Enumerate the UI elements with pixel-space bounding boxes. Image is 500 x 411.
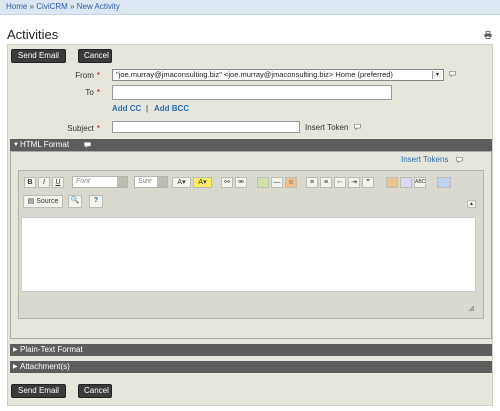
- preview-icon[interactable]: 🔍: [68, 195, 82, 208]
- outdent-icon[interactable]: ⇤: [334, 177, 346, 188]
- chevron-down-icon: ▾: [432, 71, 442, 79]
- source-icon: ▤: [27, 198, 35, 205]
- help-button-icon[interactable]: ?: [89, 195, 103, 208]
- help-icon[interactable]: [84, 142, 91, 148]
- expand-triangle-icon: ▶: [13, 347, 18, 353]
- attachments-header[interactable]: ▶ Attachment(s): [10, 361, 492, 373]
- print-icon[interactable]: [484, 31, 492, 39]
- smiley-icon[interactable]: ☺: [285, 177, 297, 188]
- numbered-list-icon[interactable]: ≡: [306, 177, 318, 188]
- spellcheck-icon[interactable]: ABC: [414, 177, 426, 188]
- breadcrumb-home-link[interactable]: Home: [6, 2, 27, 11]
- breadcrumb-new-activity-link[interactable]: New Activity: [77, 2, 120, 11]
- breadcrumb-separator: »: [70, 2, 75, 11]
- help-icon[interactable]: [456, 157, 463, 163]
- link-icon[interactable]: ⚯: [221, 177, 233, 188]
- background-color-icon: A▾: [198, 179, 207, 186]
- chevron-down-icon: [117, 177, 127, 187]
- eraser-icon[interactable]: [437, 177, 451, 188]
- background-color-button[interactable]: A▾: [193, 177, 212, 188]
- italic-button[interactable]: I: [38, 177, 50, 188]
- horizontal-rule-icon[interactable]: —: [271, 177, 283, 188]
- html-format-header[interactable]: ▼ HTML Format: [10, 139, 492, 151]
- text-color-icon: A▾: [177, 179, 186, 186]
- resize-handle-icon[interactable]: [468, 305, 475, 312]
- cancel-button-top[interactable]: Cancel: [78, 49, 112, 63]
- from-select[interactable]: "joe.murray@jmaconsulting.biz" <joe.murr…: [112, 69, 444, 81]
- text-color-button[interactable]: A▾: [172, 177, 191, 188]
- breadcrumb-civicrm-link[interactable]: CiviCRM: [36, 2, 68, 11]
- source-button[interactable]: ▤ Source: [23, 195, 63, 208]
- bold-button[interactable]: B: [24, 177, 36, 188]
- collapse-triangle-icon: ▼: [13, 142, 19, 148]
- paste-text-icon[interactable]: [400, 177, 412, 188]
- subject-input[interactable]: [112, 121, 300, 133]
- bulleted-list-icon[interactable]: ≡: [320, 177, 332, 188]
- help-icon[interactable]: [354, 124, 361, 130]
- paste-icon[interactable]: [386, 177, 398, 188]
- html-editor-content[interactable]: [21, 217, 476, 292]
- font-select[interactable]: Font: [72, 176, 128, 188]
- breadcrumb-separator: »: [29, 2, 35, 11]
- expand-triangle-icon: ▶: [13, 364, 18, 370]
- subject-label: Subject *: [67, 124, 100, 133]
- breadcrumb: Home » CiviCRM » New Activity: [0, 0, 500, 15]
- from-select-value: "joe.murray@jmaconsulting.biz" <joe.murr…: [116, 70, 393, 79]
- unlink-icon[interactable]: ⚮: [235, 177, 247, 188]
- chevron-down-icon: [157, 177, 167, 187]
- insert-token-link[interactable]: Insert Token: [305, 123, 348, 132]
- to-label: To *: [85, 88, 100, 97]
- underline-button[interactable]: U: [52, 177, 64, 188]
- add-cc-link[interactable]: Add CC: [112, 104, 141, 113]
- cancel-button-bottom[interactable]: Cancel: [78, 384, 112, 398]
- to-input[interactable]: [112, 85, 392, 100]
- page-title: Activities: [7, 27, 59, 42]
- send-email-button-bottom[interactable]: Send Email: [11, 384, 66, 398]
- indent-icon[interactable]: ⇥: [348, 177, 360, 188]
- link-separator: |: [146, 104, 149, 113]
- image-icon[interactable]: [257, 177, 269, 188]
- blockquote-icon[interactable]: ”: [362, 177, 374, 188]
- send-email-button-top[interactable]: Send Email: [11, 49, 66, 63]
- collapse-toolbar-icon[interactable]: ▲: [467, 200, 476, 208]
- add-bcc-link[interactable]: Add BCC: [154, 104, 189, 113]
- insert-tokens-link[interactable]: Insert Tokens: [401, 155, 448, 164]
- from-label: From *: [75, 71, 100, 80]
- size-select[interactable]: Size: [134, 176, 168, 188]
- help-icon[interactable]: [449, 71, 456, 77]
- plain-text-format-header[interactable]: ▶ Plain-Text Format: [10, 344, 492, 356]
